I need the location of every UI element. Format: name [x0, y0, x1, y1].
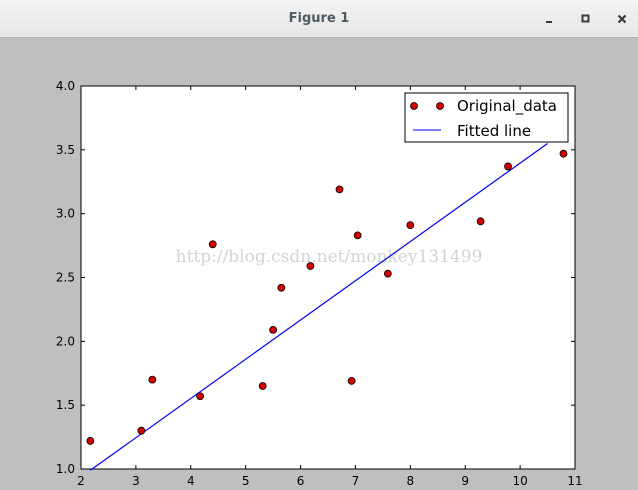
plot-frame: [80, 85, 576, 470]
x-tick-label: 3: [132, 474, 140, 488]
minimize-icon: [546, 21, 552, 23]
figure-canvas: http://blog.csdn.net/monkey131499 2 3 4 5 6 7…: [0, 38, 638, 490]
data-point: [406, 221, 415, 230]
close-button[interactable]: [611, 8, 633, 30]
maximize-button[interactable]: [575, 8, 597, 30]
data-point: [559, 149, 568, 158]
y-tick-label: 2.5: [56, 271, 75, 285]
figure-window: Figure 1 http://blog.csdn.net/monkey1314…: [0, 0, 638, 490]
y-tick-label: 3.0: [56, 207, 75, 221]
maximize-icon: [581, 14, 590, 23]
x-tick-label: 8: [407, 474, 415, 488]
close-icon: [617, 14, 627, 24]
y-tick-label: 1.5: [56, 398, 75, 412]
data-point: [148, 375, 157, 384]
x-tick-label: 5: [242, 474, 250, 488]
y-tick-label: 2.0: [56, 334, 75, 348]
minimize-button[interactable]: [538, 8, 560, 30]
data-point: [306, 262, 315, 270]
y-tick-label: 1.0: [56, 462, 75, 476]
data-point: [335, 185, 344, 194]
watermark-text: http://blog.csdn.net/monkey131499: [176, 247, 483, 267]
x-tick-label: 11: [567, 474, 582, 488]
data-point: [86, 437, 95, 445]
data-point: [383, 269, 392, 278]
x-tick-label: 2: [77, 474, 85, 488]
y-tick-label: 4.0: [56, 79, 75, 93]
x-tick-label: 9: [461, 474, 469, 488]
title-bar[interactable]: Figure 1: [0, 0, 638, 38]
y-tick-label: 3.5: [56, 143, 75, 157]
x-tick-label: 10: [512, 474, 527, 488]
legend-marker-original-1: [410, 102, 418, 110]
legend-marker-original-2: [436, 102, 444, 110]
x-tick-label: 4: [187, 474, 195, 488]
data-point: [347, 377, 356, 385]
x-tick-label: 7: [352, 474, 360, 488]
data-point: [137, 426, 146, 435]
data-point: [504, 162, 512, 171]
data-point: [277, 283, 286, 292]
legend-label-fitted-line: Fitted line: [457, 122, 531, 140]
data-point: [258, 382, 267, 390]
scatter-chart: http://blog.csdn.net/monkey131499 2 3 4 5 6 7…: [56, 79, 583, 488]
data-point: [353, 231, 362, 240]
data-point: [269, 325, 278, 334]
legend-label-original-data: Original_data: [457, 97, 557, 116]
legend: Original_data Fitted line: [404, 92, 569, 143]
data-point: [208, 240, 217, 249]
data-point: [196, 392, 205, 401]
data-point: [476, 217, 485, 226]
x-tick-label: 6: [297, 474, 305, 488]
